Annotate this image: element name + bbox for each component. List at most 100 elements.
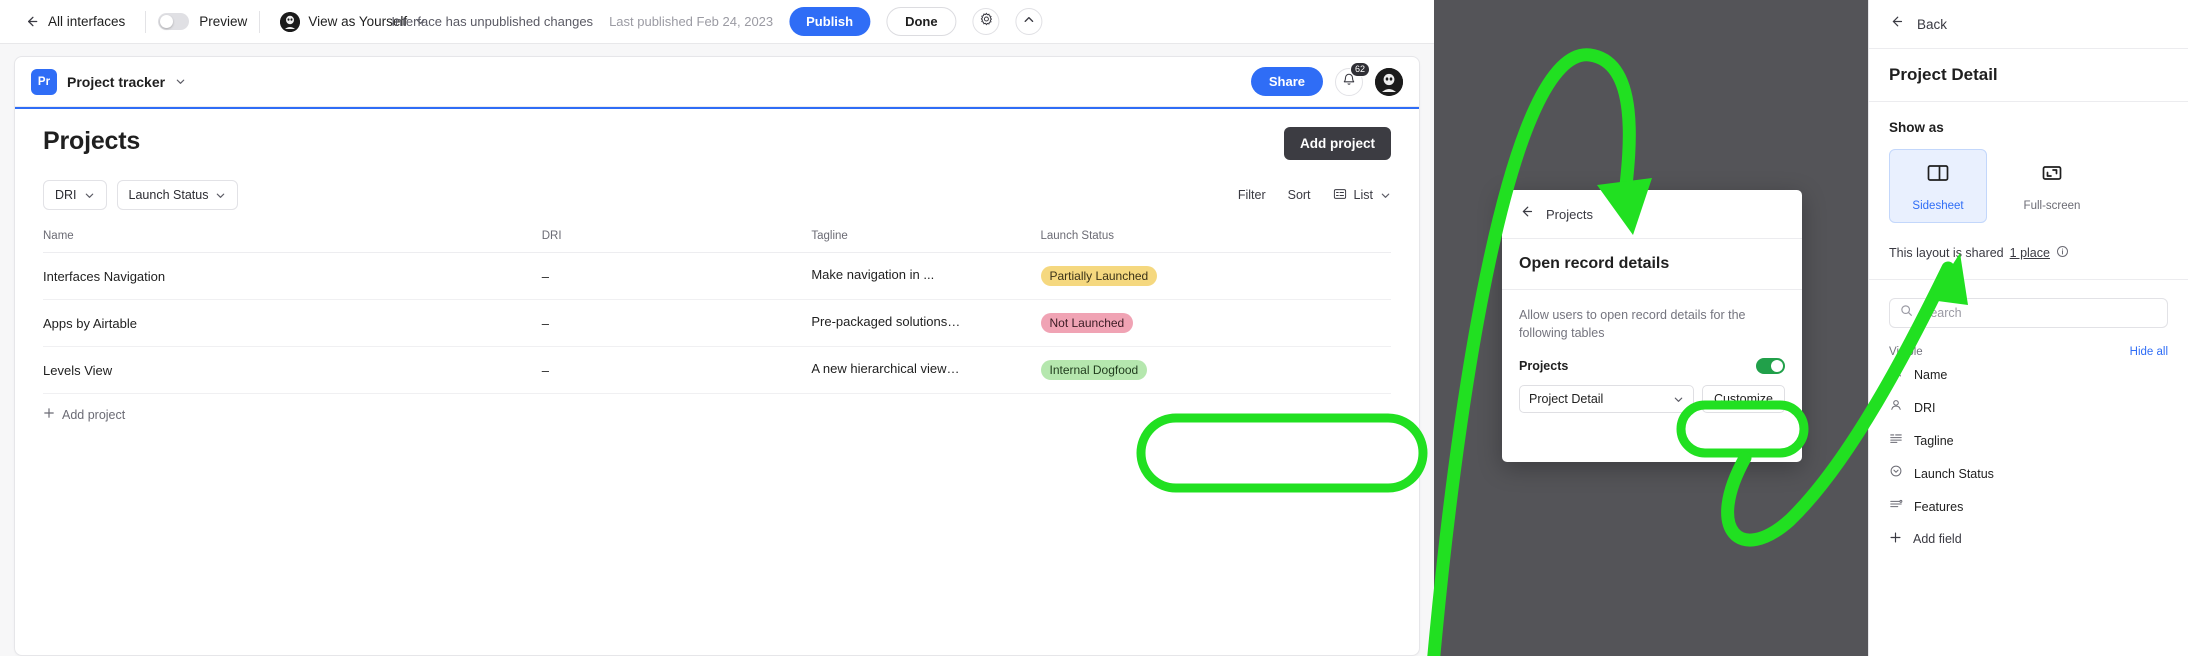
preview-toggle[interactable] [158,13,190,30]
app-root: All interfaces Preview View as Yourself [0,0,2188,656]
visible-fields-header: Visible Hide all [1889,346,2168,358]
modal-title-wrap: Open record details [1502,239,1802,290]
open-record-details-modal: Projects Open record details Allow users… [1502,190,1802,462]
share-button[interactable]: Share [1250,67,1323,96]
app-title: Project tracker [67,73,166,90]
layout-shared-prefix: This layout is shared [1889,246,2004,260]
field-row-launch-status[interactable]: Launch Status [1889,457,2168,490]
modal-table-toggle[interactable] [1756,358,1785,375]
column-header-dri[interactable]: DRI [541,224,812,253]
info-icon[interactable] [2056,245,2069,261]
arrow-left-icon [24,14,39,29]
interface-preview-card: Pr Project tracker Share 62 Projects Add… [14,56,1420,656]
avatar[interactable] [1375,67,1403,96]
status-badge: Partially Launched [1040,266,1158,286]
show-as-sidesheet-label: Sidesheet [1912,200,1964,212]
cell-tagline-text: Pre-packaged solutions ... [811,314,962,329]
field-search-box[interactable] [1889,298,2168,328]
text-field-icon [1889,365,1903,384]
arrow-left-icon[interactable] [1519,204,1534,224]
modal-table-label: Projects [1519,359,1569,374]
table-header-row: Name DRI Tagline Launch Status [43,224,1391,253]
table-body: Interfaces Navigation – Make navigation in… [43,252,1391,394]
add-field-button[interactable]: Add field [1889,523,2168,555]
multiselect-field-icon [1889,497,1903,516]
add-project-row[interactable]: Add project [43,394,1391,422]
field-row-features[interactable]: Features [1889,490,2168,523]
view-switcher[interactable]: List [1333,187,1391,204]
column-header-launch-status[interactable]: Launch Status [1040,224,1391,253]
done-button[interactable]: Done [886,7,957,36]
view-controls: Filter Sort List [1238,187,1391,204]
show-as-fullscreen[interactable]: Full-screen [2003,149,2101,223]
layout-select[interactable]: Project Detail [1519,385,1694,414]
collapse-panel-button[interactable] [1015,8,1043,35]
arrow-left-icon[interactable] [1889,14,1904,34]
toolbar-divider-2 [259,10,261,33]
visible-label: Visible [1889,346,1923,358]
toggle-knob [1771,360,1783,373]
field-row-dri[interactable]: DRI [1889,391,2168,424]
plus-icon [1889,531,1902,547]
user-avatar-icon [280,11,301,32]
cell-tagline-text: A new hierarchical view o... [811,361,962,376]
filter-pill-launch-status-label: Launch Status [128,188,209,202]
field-label: DRI [1914,400,1936,415]
longtext-field-icon [1889,431,1903,450]
add-project-button[interactable]: Add project [1283,127,1391,160]
field-label: Features [1914,499,1964,514]
column-header-tagline[interactable]: Tagline [811,224,1041,253]
right-panel-body: Show as Sidesheet Full-screen This layou… [1869,102,2188,573]
last-published-label: Last published Feb 24, 2023 [609,14,774,29]
gear-icon [979,12,993,31]
table-row[interactable]: Levels View – A new hierarchical view o...… [43,346,1391,394]
toolbar-divider-1 [145,10,147,33]
app-title-chevron-down-icon[interactable] [175,76,186,87]
field-label: Name [1914,367,1948,382]
notification-count-badge: 62 [1349,61,1370,77]
cell-launch-status: Partially Launched [1040,252,1391,300]
filter-pill-launch-status[interactable]: Launch Status [116,180,239,210]
cell-launch-status: Internal Dogfood [1040,346,1391,394]
column-header-name[interactable]: Name [43,224,542,253]
modal-back-label[interactable]: Projects [1546,207,1593,222]
table-row[interactable]: Apps by Airtable – Pre-packaged solutions … [43,299,1391,347]
right-panel-back-label[interactable]: Back [1917,17,1947,32]
chevron-up-icon [1023,13,1036,31]
filter-pill-dri[interactable]: DRI [43,180,107,210]
publish-button[interactable]: Publish [789,7,871,36]
modal-body: Allow users to open record details for t… [1502,290,1802,429]
sidesheet-icon [1925,160,1951,191]
chevron-down-icon [1673,394,1684,405]
sort-button[interactable]: Sort [1288,188,1311,202]
fullscreen-icon [2039,160,2065,191]
modal-overlay-region: Projects Open record details Allow users… [1434,0,1868,656]
canvas-wrapper: Pr Project tracker Share 62 Projects Add… [0,44,1434,656]
page-title: Projects [43,127,141,155]
cell-tagline: Make navigation in ... [811,252,1041,300]
cell-tagline: Pre-packaged solutions ... [811,299,1041,347]
customize-button[interactable]: Customize [1701,385,1785,414]
select-field-icon [1889,464,1903,483]
filter-pill-dri-label: DRI [55,188,77,202]
view-switcher-label: List [1353,188,1373,202]
table-row[interactable]: Interfaces Navigation – Make navigation in… [43,252,1391,300]
modal-title: Open record details [1519,255,1670,272]
show-as-sidesheet[interactable]: Sidesheet [1889,149,1987,223]
interface-header-actions: Share 62 [1250,61,1403,96]
modal-table-row: Projects [1519,358,1785,375]
status-badge: Internal Dogfood [1040,360,1148,380]
settings-gear-button[interactable] [972,8,1000,35]
hide-all-button[interactable]: Hide all [2130,346,2168,358]
filter-button[interactable]: Filter [1238,188,1266,202]
status-badge: Not Launched [1040,313,1134,333]
field-row-tagline[interactable]: Tagline [1889,424,2168,457]
layout-shared-link[interactable]: 1 place [2010,246,2050,260]
show-as-fullscreen-label: Full-screen [2023,200,2081,212]
add-project-row-label: Add project [62,407,126,422]
search-input[interactable] [1922,306,2157,320]
all-interfaces-back-link[interactable]: All interfaces [16,10,133,33]
modal-header: Projects [1502,190,1802,239]
layout-select-value: Project Detail [1529,392,1604,407]
field-row-name[interactable]: Name [1889,358,2168,391]
